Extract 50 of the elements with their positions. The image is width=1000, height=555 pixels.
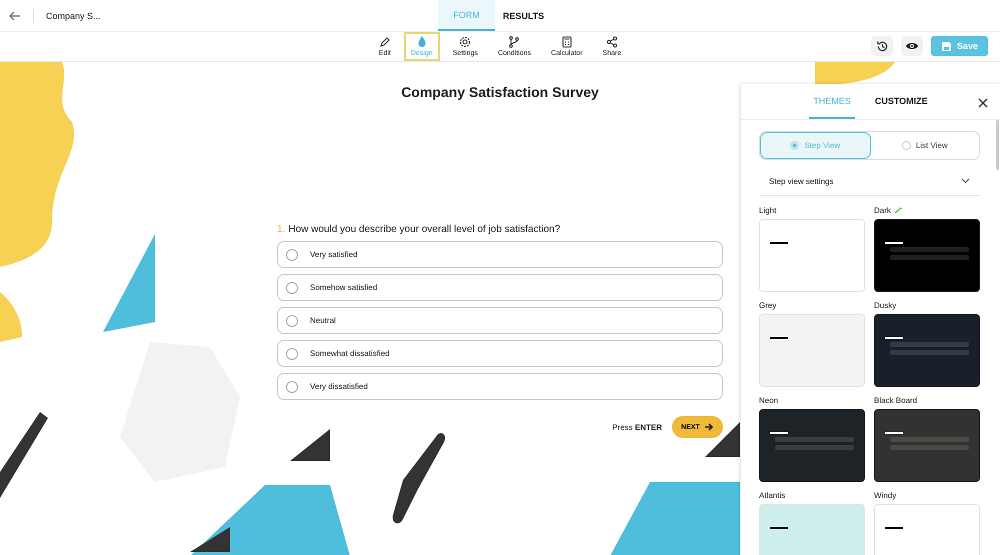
- magic-wand-icon: [894, 207, 903, 214]
- theme-preview[interactable]: [759, 409, 865, 482]
- theme-name: Light: [759, 206, 776, 215]
- theme-name: Atlantis: [759, 491, 786, 500]
- form-title: Company S...: [46, 10, 101, 20]
- answer-option[interactable]: Very dissatisfied: [277, 373, 723, 400]
- radio-button[interactable]: [286, 248, 298, 260]
- settings-dropdown[interactable]: Step view settings: [759, 167, 980, 196]
- arrow-right-icon: [704, 423, 714, 431]
- droplet-icon: [416, 36, 428, 48]
- settings-icon: [459, 36, 472, 48]
- history-icon: [876, 40, 888, 52]
- radio-button[interactable]: [286, 282, 298, 294]
- theme-preview[interactable]: [874, 219, 980, 292]
- view-option[interactable]: List View: [870, 132, 979, 159]
- panel-tab[interactable]: CUSTOMIZE: [870, 84, 932, 119]
- theme-name: Black Board: [874, 396, 918, 405]
- theme-name: Grey: [759, 301, 776, 310]
- theme-preview[interactable]: [874, 409, 980, 482]
- theme-name: Neon: [759, 396, 778, 405]
- answer-option[interactable]: Neutral: [277, 307, 723, 334]
- keyboard-hint: Press ENTER: [612, 422, 662, 432]
- eye-icon: [905, 41, 919, 51]
- preview-button[interactable]: [901, 36, 923, 56]
- theme-name: Windy: [874, 491, 896, 500]
- triangle-shape: [290, 429, 330, 461]
- history-button[interactable]: [871, 36, 893, 56]
- theme-name: Dusky: [874, 301, 896, 310]
- question-number: 1.: [277, 224, 286, 235]
- question-text: How would you describe your overall level of job satisfaction?: [288, 224, 560, 235]
- blob-shape: [0, 292, 22, 342]
- pencil-icon: [378, 36, 391, 48]
- share-icon: [606, 36, 618, 48]
- chevron-down-icon: [961, 178, 970, 184]
- radio-button[interactable]: [286, 348, 298, 360]
- radio-button[interactable]: [286, 314, 298, 326]
- close-icon[interactable]: [978, 98, 988, 108]
- triangle-shape: [190, 527, 230, 552]
- answer-option[interactable]: Somehow satisfied: [277, 274, 723, 301]
- triangle-shape: [705, 422, 740, 457]
- answer-option[interactable]: Very satisfied: [277, 241, 723, 268]
- answer-option[interactable]: Somewhat dissatisfied: [277, 340, 723, 367]
- calculator-icon: [560, 36, 573, 48]
- branch-icon: [508, 36, 520, 48]
- back-arrow-icon[interactable]: [9, 10, 21, 20]
- theme-preview[interactable]: [874, 314, 980, 387]
- header-tab[interactable]: RESULTS: [495, 0, 552, 31]
- survey-title: Company Satisfaction Survey: [400, 84, 600, 100]
- radio-button[interactable]: [286, 380, 298, 392]
- theme-name: Dark: [874, 206, 891, 215]
